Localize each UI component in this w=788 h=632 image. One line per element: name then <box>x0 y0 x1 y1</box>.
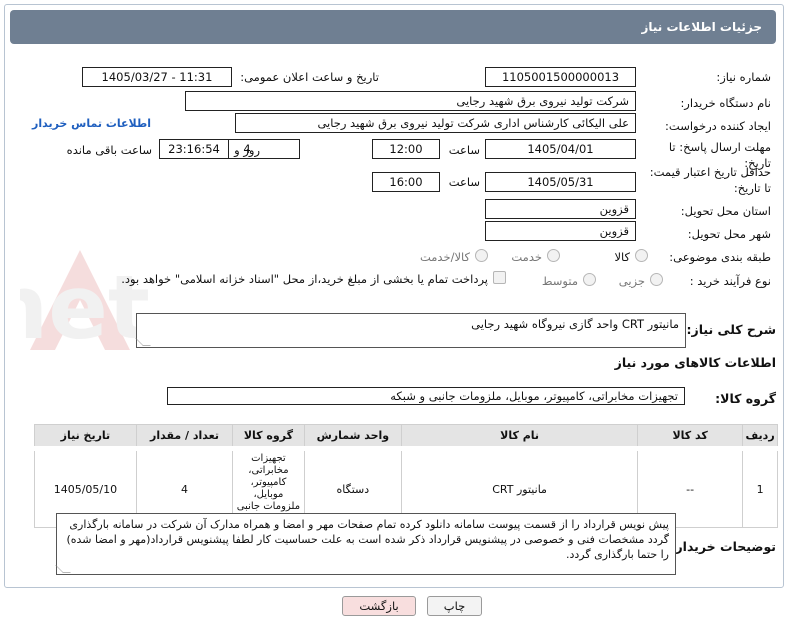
process-radio-medium[interactable] <box>583 273 596 286</box>
goods-info-title: اطلاعات کالاهای مورد نیاز <box>614 355 776 370</box>
col-name-header: نام کالا <box>401 424 639 449</box>
goods-group-label: گروه کالا: <box>715 391 776 406</box>
province-value: قزوین <box>485 199 636 219</box>
resize-handle-icon[interactable] <box>55 565 71 573</box>
back-button[interactable]: بازگشت <box>342 596 416 616</box>
page-title: جزئیات اطلاعات نیاز <box>641 20 762 34</box>
price-validity-time-label: ساعت <box>448 175 480 189</box>
need-number-label: شماره نیاز: <box>716 70 771 84</box>
creator-label: ایجاد کننده درخواست: <box>665 119 771 133</box>
deadline-date: 1405/04/01 <box>485 139 636 159</box>
col-group-header: گروه کالا <box>232 424 305 449</box>
remaining-label: ساعت باقی مانده <box>66 143 152 157</box>
category-service-label: خدمت <box>511 250 542 264</box>
buyer-org-value: شرکت تولید نیروی برق شهید رجایی <box>185 91 636 111</box>
resize-handle-icon[interactable] <box>135 338 151 346</box>
deadline-time: 12:00 <box>372 139 440 159</box>
price-validity-date: 1405/05/31 <box>485 172 636 192</box>
col-unit-header: واحد شمارش <box>303 424 403 449</box>
announce-value: 1405/03/27 - 11:31 <box>82 67 232 87</box>
treasury-payment-note: پرداخت تمام یا بخشی از مبلغ خرید،از محل … <box>121 272 488 286</box>
deadline-time-label: ساعت <box>448 143 480 157</box>
process-minor-label: جزیی <box>618 274 645 288</box>
deadline-label-1: مهلت ارسال پاسخ: تا <box>668 140 771 154</box>
process-label: نوع فرآیند خرید : <box>689 274 771 288</box>
print-button[interactable]: چاپ <box>427 596 482 616</box>
cell-row: 1 <box>742 446 778 528</box>
category-goods-service-label: کالا/خدمت <box>419 250 470 264</box>
description-label: شرح کلی نیاز: <box>686 322 776 337</box>
table-header-row: ردیف کد کالا نام کالا واحد شمارش گروه کا… <box>34 424 778 449</box>
goods-group-value: تجهیزات مخابراتی، کامپیوتر، موبایل، ملزو… <box>167 387 685 405</box>
category-radio-service[interactable] <box>547 249 560 262</box>
buyer-notes-text: پیش نویس قرارداد را از قسمت پیوست سامانه… <box>66 518 669 561</box>
buyer-contact-link[interactable]: اطلاعات تماس خریدار <box>32 117 151 130</box>
city-label: شهر محل تحویل: <box>687 227 771 241</box>
col-row-header: ردیف <box>742 424 778 449</box>
price-validity-label-2: تا تاریخ: <box>733 181 771 195</box>
buyer-notes-textarea[interactable]: پیش نویس قرارداد را از قسمت پیوست سامانه… <box>55 513 676 575</box>
price-validity-label-1: حداقل تاریخ اعتبار قیمت: <box>649 165 771 179</box>
category-goods-label: کالا <box>614 250 630 264</box>
process-radio-minor[interactable] <box>650 273 663 286</box>
panel-header: جزئیات اطلاعات نیاز <box>10 10 776 44</box>
category-radio-goods-service[interactable] <box>475 249 488 262</box>
province-label: استان محل تحویل: <box>680 204 771 218</box>
description-textarea[interactable]: مانیتور CRT واحد گازی نیروگاه شهید رجایی <box>135 313 686 348</box>
days-label: روز و <box>234 143 260 157</box>
col-code-header: کد کالا <box>637 424 744 449</box>
buyer-org-label: نام دستگاه خریدار: <box>680 96 771 110</box>
category-radio-goods[interactable] <box>635 249 648 262</box>
col-qty-header: تعداد / مقدار <box>135 424 234 449</box>
city-value: قزوین <box>485 221 636 241</box>
creator-value: علی الیکائی کارشناس اداری شرکت تولید نیر… <box>235 113 636 133</box>
buyer-notes-label: توضیحات خریدار: <box>670 539 776 554</box>
col-date-header: تاریخ نیاز <box>34 424 137 449</box>
need-number-value: 1105001500000013 <box>485 67 636 87</box>
process-medium-label: متوسط <box>541 274 578 288</box>
description-text: مانیتور CRT واحد گازی نیروگاه شهید رجایی <box>471 317 679 331</box>
treasury-payment-checkbox[interactable] <box>493 271 506 284</box>
price-validity-time: 16:00 <box>372 172 440 192</box>
remaining-time: 23:16:54 <box>159 139 229 159</box>
announce-label: تاریخ و ساعت اعلان عمومی: <box>240 70 379 84</box>
category-label: طبقه بندی موضوعی: <box>669 250 771 264</box>
